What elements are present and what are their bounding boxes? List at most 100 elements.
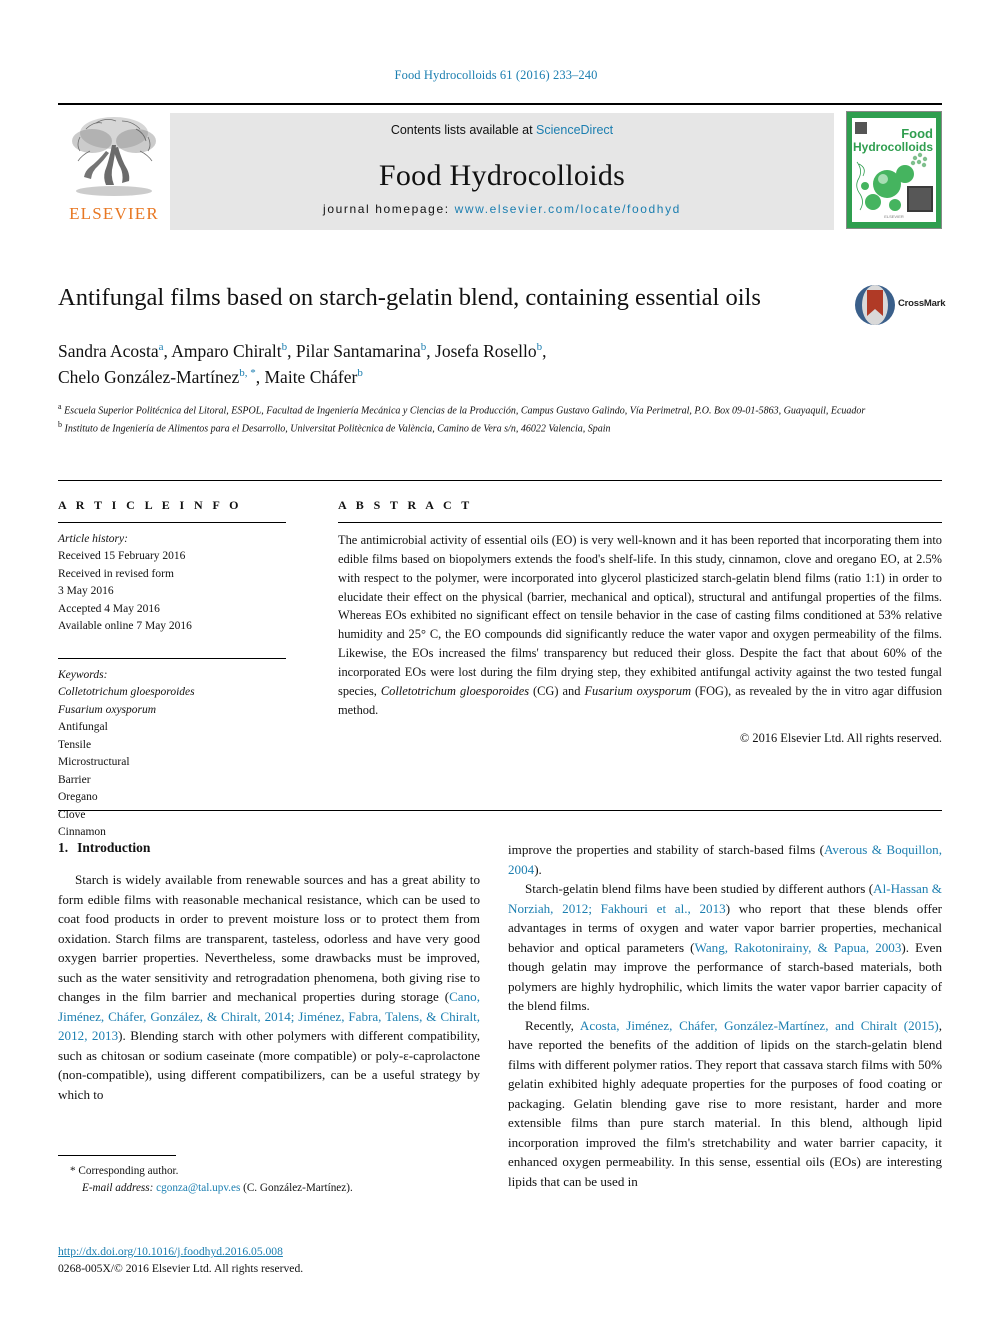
footnote-body: * Corresponding author. E-mail address: … (58, 1163, 480, 1198)
article-history-label: Article history: (58, 533, 128, 545)
section-title: Introduction (77, 840, 151, 855)
abstract-text: The antimicrobial activity of essential … (338, 531, 942, 719)
journal-homepage-link[interactable]: www.elsevier.com/locate/foodhyd (455, 202, 681, 216)
author-affiliation-mark[interactable]: b (421, 342, 427, 354)
paragraph-text: , have reported the benefits of the addi… (508, 1017, 942, 1189)
article-info-panel: A R T I C L E I N F O Article history: R… (58, 498, 286, 842)
keyword-item: Colletotrichum gloesporoides (58, 686, 195, 699)
elsevier-logo: ELSEVIER (58, 105, 170, 232)
email-link[interactable]: cgonza@tal.upv.es (156, 1182, 240, 1194)
doi-link[interactable]: http://dx.doi.org/10.1016/j.foodhyd.2016… (58, 1245, 283, 1258)
author-affiliation-mark[interactable]: b (282, 342, 288, 354)
corresponding-author-footnote: * Corresponding author. E-mail address: … (58, 1155, 480, 1198)
svg-text:Hydrocolloids: Hydrocolloids (853, 140, 933, 154)
body-column-right: improve the properties and stability of … (508, 840, 942, 1191)
article-history-item: Received in revised form (58, 567, 174, 580)
keywords-rule (58, 657, 286, 659)
author-affiliation-mark[interactable]: b (537, 342, 543, 354)
journal-masthead: ELSEVIER Contents lists available at Sci… (58, 103, 942, 232)
author-list: Sandra Acostaa, Amparo Chiraltb, Pilar S… (58, 341, 547, 387)
keyword-item: Antifungal (58, 721, 108, 734)
article-history-item: 3 May 2016 (58, 585, 114, 598)
paragraph-text: Starch-gelatin blend films have been stu… (525, 881, 874, 896)
cover-artwork: Food Hydrocolloids ELSEVIER (847, 112, 941, 228)
citation-link[interactable]: Acosta, Jiménez, Cháfer, González-Martín… (580, 1018, 939, 1033)
paragraph: Starch-gelatin blend films have been stu… (508, 879, 942, 1016)
crossmark-badge[interactable]: CrossMark (854, 284, 946, 328)
contents-prefix: Contents lists available at (390, 123, 537, 137)
elsevier-wordmark: ELSEVIER (69, 204, 159, 223)
corresponding-author-line: * Corresponding author. (70, 1163, 480, 1180)
paragraph: Starch is widely available from renewabl… (58, 870, 480, 1104)
keyword-item: Tensile (58, 738, 92, 751)
paragraph-text: Starch is widely available from renewabl… (58, 872, 480, 1004)
contents-available-line: Contents lists available at ScienceDirec… (391, 123, 613, 137)
article-header: Antifungal films based on starch-gelatin… (58, 282, 946, 437)
author-name: Chelo González-Martínez (58, 366, 240, 387)
corresponding-marker: * (70, 1165, 76, 1177)
homepage-prefix: journal homepage: (323, 202, 455, 216)
article-title: Antifungal films based on starch-gelatin… (58, 284, 761, 311)
article-info-heading: A R T I C L E I N F O (58, 498, 242, 512)
article-history-item: Available online 7 May 2016 (58, 620, 192, 633)
abstract-heading: A B S T R A C T (338, 498, 473, 512)
section-number: 1. (58, 840, 69, 855)
abstract-mid: (CG) and (529, 683, 585, 698)
footnote-rule (58, 1155, 176, 1156)
paragraph: improve the properties and stability of … (508, 840, 942, 879)
email-label: E-mail address: (82, 1182, 154, 1195)
affiliation-mark: b (58, 419, 62, 429)
article-history-item: Received 15 February 2016 (58, 550, 186, 563)
elsevier-tree-icon (72, 117, 156, 196)
keyword-item: Barrier (58, 773, 91, 786)
svg-text:ELSEVIER: ELSEVIER (884, 214, 904, 219)
abstract-copyright: © 2016 Elsevier Ltd. All rights reserved… (739, 731, 942, 746)
corresponding-label: Corresponding author. (78, 1165, 179, 1177)
journal-homepage-line: journal homepage: www.elsevier.com/locat… (323, 202, 681, 216)
journal-article-page: Food Hydrocolloids 61 (2016) 233–240 ELS… (0, 0, 992, 1323)
body-column-left: 1. Introduction Starch is widely availabl… (58, 840, 480, 1104)
svg-text:Food: Food (901, 126, 933, 141)
issn-copyright-line: 0268-005X/© 2016 Elsevier Ltd. All right… (58, 1262, 304, 1276)
email-owner: (C. González-Martínez). (243, 1182, 353, 1195)
article-footer: http://dx.doi.org/10.1016/j.foodhyd.2016… (58, 1243, 498, 1278)
keyword-item: Microstructural (58, 756, 130, 769)
author-name: Amparo Chiralt (171, 341, 282, 362)
author-affiliation-mark[interactable]: b, * (239, 367, 256, 379)
affiliation-mark: a (58, 402, 62, 412)
affiliation-item: b Instituto de Ingeniería de Alimentos p… (58, 419, 938, 437)
crossmark-icon (855, 285, 895, 325)
author-affiliation-mark[interactable]: b (357, 367, 363, 379)
paragraph-text: ). (534, 861, 542, 877)
article-info-rule (58, 522, 286, 523)
keyword-item: Oregano (58, 791, 98, 804)
masthead-center-panel: Contents lists available at ScienceDirec… (170, 113, 834, 230)
article-history-block: Article history: Received 15 February 20… (58, 531, 286, 636)
sciencedirect-link[interactable]: ScienceDirect (536, 123, 613, 137)
crossmark-label: CrossMark (898, 298, 946, 309)
journal-title: Food Hydrocolloids (378, 159, 626, 192)
section-heading-introduction: 1. Introduction (58, 840, 480, 856)
author-name: Maite Cháfer (264, 366, 358, 387)
article-history-item: Accepted 4 May 2016 (58, 602, 160, 615)
keywords-block: Keywords: Colletotrichum gloesporoides F… (58, 667, 286, 842)
affiliation-text: Instituto de Ingeniería de Alimentos par… (64, 423, 611, 435)
paragraph-text: ). Blending starch with other polymers w… (58, 1028, 481, 1102)
running-head: Food Hydrocolloids 61 (2016) 233–240 (394, 68, 598, 82)
email-line: E-mail address: cgonza@tal.upv.es (C. Go… (70, 1180, 480, 1197)
abstract-species-fog: Fusarium oxysporum (584, 683, 692, 698)
paragraph-text: Recently, (525, 1017, 580, 1033)
author-name: Pilar Santamarina (295, 341, 421, 362)
abstract-panel: A B S T R A C T The antimicrobial activi… (338, 498, 942, 746)
journal-cover-thumbnail[interactable]: Food Hydrocolloids ELSEVIER (846, 111, 942, 229)
author-name: Josefa Rosello (435, 341, 537, 362)
keywords-label: Keywords: (58, 668, 108, 681)
citation-link[interactable]: Wang, Rakotonirainy, & Papua, 2003 (695, 940, 902, 955)
paragraph: Recently, Acosta, Jiménez, Cháfer, Gonzá… (508, 1016, 942, 1192)
affiliation-item: a Escuela Superior Politécnica del Litor… (58, 401, 938, 419)
abstract-rule (338, 522, 942, 523)
abstract-part-1: The antimicrobial activity of essential … (338, 533, 942, 698)
author-affiliation-mark[interactable]: a (159, 342, 164, 354)
abstract-species-cg: Colletotrichum gloesporoides (380, 683, 530, 698)
paragraph-text: improve the properties and stability of … (508, 842, 824, 857)
